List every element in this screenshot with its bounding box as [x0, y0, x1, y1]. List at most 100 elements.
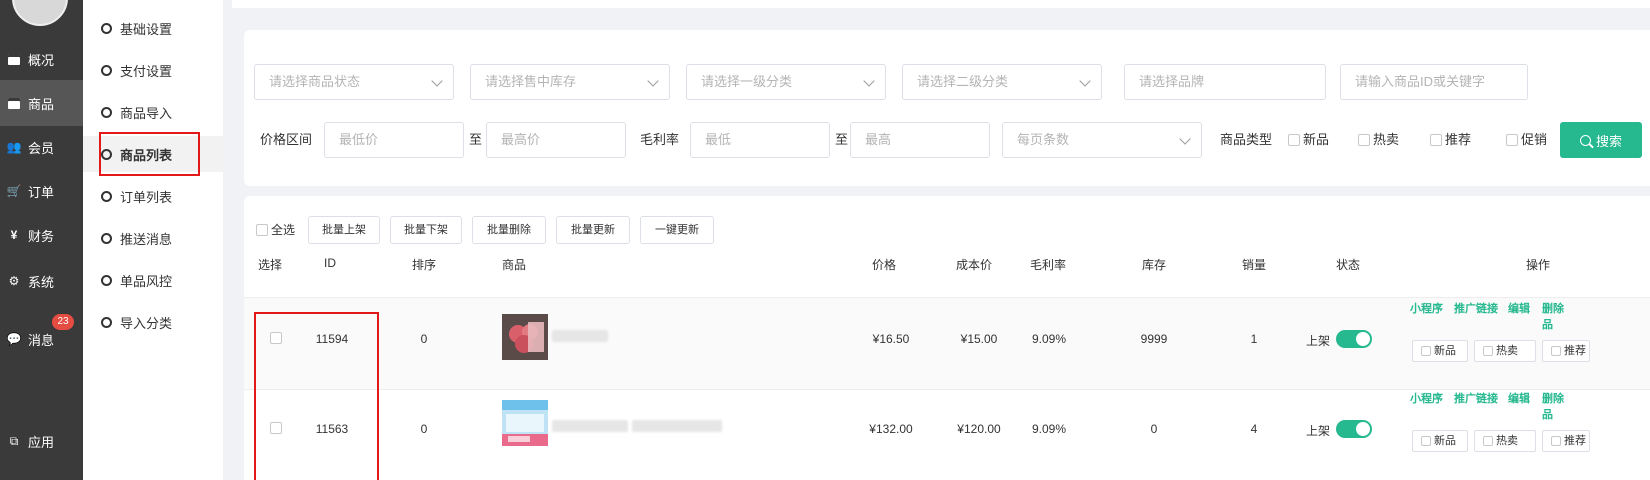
row-stock: 0: [1150, 422, 1158, 436]
chevron-down-icon: [863, 75, 875, 87]
annotation-highlight-id-column: [254, 312, 379, 480]
cart-icon: 🛒: [6, 184, 22, 198]
select-all-checkbox[interactable]: 全选: [256, 212, 295, 248]
type-hot-checkbox[interactable]: 热卖: [1358, 122, 1399, 158]
product-type-label: 商品类型: [1220, 132, 1273, 147]
row-sales: 4: [1250, 422, 1258, 436]
product-submenu: 基础设置 支付设置 商品导入 商品列表 订单列表 推送消息 单品风控 导入分类: [83, 0, 223, 480]
price-max-input[interactable]: 最高价: [486, 122, 626, 158]
promo-link[interactable]: 推广链接: [1454, 300, 1498, 316]
margin-max-input[interactable]: 最高: [850, 122, 990, 158]
submenu-product-import[interactable]: 商品导入: [83, 94, 223, 130]
row-status: 上架: [1305, 334, 1330, 348]
row-hot-checkbox[interactable]: 热卖: [1474, 430, 1536, 452]
product-thumbnail[interactable]: [502, 400, 548, 446]
circle-icon: [101, 190, 112, 202]
row-recommend-checkbox[interactable]: 推荐: [1542, 430, 1590, 452]
submenu-order-list[interactable]: 订单列表: [83, 178, 223, 214]
search-icon: [1579, 134, 1591, 146]
edit-link[interactable]: 编辑: [1508, 390, 1530, 406]
product-status-select[interactable]: 请选择商品状态: [254, 64, 454, 100]
margin-min-input[interactable]: 最低: [690, 122, 830, 158]
circle-icon: [101, 64, 112, 76]
product-thumbnail[interactable]: [502, 314, 548, 360]
circle-icon: [101, 274, 112, 286]
submenu-import-categories[interactable]: 导入分类: [83, 304, 223, 340]
edit-link[interactable]: 编辑: [1508, 300, 1530, 316]
header-stock: 库存: [1141, 258, 1166, 272]
archive-icon: [6, 96, 22, 110]
product-list-panel: 全选 批量上架 批量下架 批量删除 批量更新 一键更新 选择 ID 排序 商品 …: [244, 196, 1650, 480]
nav-orders[interactable]: 🛒 订单: [0, 168, 83, 214]
cubes-icon: ⧉: [9, 433, 19, 448]
margin-to-label: 至: [835, 132, 849, 147]
header-price: 价格: [871, 258, 896, 272]
row-hot-checkbox[interactable]: 热卖: [1474, 340, 1536, 362]
miniapp-link[interactable]: 小程序: [1410, 390, 1443, 406]
submenu-push-messages[interactable]: 推送消息: [83, 220, 223, 256]
batch-update-button[interactable]: 批量更新: [556, 216, 630, 244]
nav-members[interactable]: 👥 会员: [0, 124, 83, 170]
nav-apps[interactable]: ⧉ 应用: [0, 418, 83, 464]
batch-down-button[interactable]: 批量下架: [390, 216, 462, 244]
row-margin: 9.09%: [1031, 332, 1067, 346]
row-new-checkbox[interactable]: 新品: [1412, 340, 1468, 362]
row-status: 上架: [1305, 424, 1330, 438]
nav-messages[interactable]: 💬 消息 23: [0, 314, 83, 362]
chat-icon: 💬: [6, 332, 22, 346]
header-id: ID: [324, 256, 336, 270]
page-size-select[interactable]: 每页条数: [1002, 122, 1202, 158]
brand-select[interactable]: 请选择品牌: [1124, 64, 1326, 100]
category-level1-select[interactable]: 请选择一级分类: [686, 64, 886, 100]
delete-link[interactable]: 删除品: [1542, 390, 1564, 422]
price-to-label: 至: [469, 132, 483, 147]
delete-link[interactable]: 删除品: [1542, 300, 1564, 332]
status-toggle[interactable]: [1336, 330, 1372, 348]
circle-icon: [101, 232, 112, 244]
status-toggle[interactable]: [1336, 420, 1372, 438]
submenu-payment-settings[interactable]: 支付设置: [83, 52, 223, 88]
chevron-down-icon: [1079, 75, 1091, 87]
keyword-input[interactable]: 请输入商品ID或关键字: [1340, 64, 1528, 100]
type-recommend-checkbox[interactable]: 推荐: [1430, 122, 1471, 158]
chevron-down-icon: [647, 75, 659, 87]
submenu-basic-settings[interactable]: 基础设置: [83, 10, 223, 46]
main-content: 请选择商品状态 请选择售中库存 请选择一级分类 请选择二级分类 请选择品牌 请输…: [232, 0, 1650, 480]
product-name-redacted: [552, 420, 628, 432]
nav-finance[interactable]: ¥ 财务: [0, 212, 83, 258]
row-cost: ¥120.00: [957, 422, 1001, 436]
circle-icon: [101, 22, 112, 34]
yen-icon: ¥: [10, 228, 18, 242]
price-min-input[interactable]: 最低价: [324, 122, 464, 158]
header-product: 商品: [501, 258, 526, 272]
top-strip: [232, 0, 1650, 8]
chevron-down-icon: [431, 75, 443, 87]
category-level2-select[interactable]: 请选择二级分类: [902, 64, 1102, 100]
batch-up-button[interactable]: 批量上架: [308, 216, 380, 244]
nav-overview[interactable]: 概况: [0, 36, 83, 82]
header-actions: 操作: [1525, 258, 1550, 272]
one-click-update-button[interactable]: 一键更新: [640, 216, 714, 244]
price-range-label: 价格区间: [260, 132, 313, 147]
nav-system[interactable]: ⚙ 系统: [0, 258, 83, 304]
row-sort: 0: [420, 332, 428, 346]
annotation-highlight-product-list: [99, 132, 200, 176]
type-promo-checkbox[interactable]: 促销: [1506, 122, 1547, 158]
row-recommend-checkbox[interactable]: 推荐: [1542, 340, 1590, 362]
header-cost: 成本价: [955, 258, 992, 272]
miniapp-link[interactable]: 小程序: [1410, 300, 1443, 316]
submenu-item-risk-control[interactable]: 单品风控: [83, 262, 223, 298]
promo-link[interactable]: 推广链接: [1454, 390, 1498, 406]
row-price: ¥16.50: [872, 332, 910, 346]
avatar[interactable]: [12, 0, 68, 26]
circle-icon: [101, 106, 112, 118]
batch-delete-button[interactable]: 批量删除: [472, 216, 546, 244]
row-stock: 9999: [1140, 332, 1168, 346]
circle-icon: [101, 316, 112, 328]
stock-select[interactable]: 请选择售中库存: [470, 64, 670, 100]
product-name-redacted: [632, 420, 722, 432]
search-button[interactable]: 搜索: [1560, 122, 1642, 158]
nav-products[interactable]: 商品: [0, 80, 83, 126]
type-new-checkbox[interactable]: 新品: [1288, 122, 1329, 158]
row-new-checkbox[interactable]: 新品: [1412, 430, 1468, 452]
